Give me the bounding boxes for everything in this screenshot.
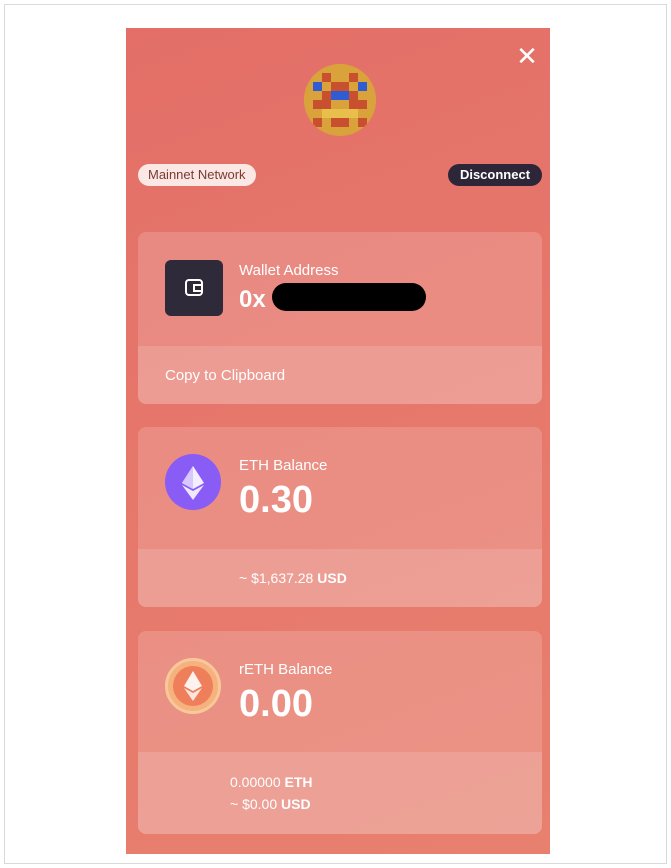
- reth-usd-amount: ~ $0.00: [230, 796, 278, 812]
- reth-eth-unit: ETH: [284, 774, 313, 790]
- close-icon[interactable]: ✕: [515, 43, 539, 69]
- disconnect-button[interactable]: Disconnect: [448, 164, 542, 186]
- wallet-address-value: 0x: [239, 286, 266, 313]
- identicon-avatar: [304, 64, 376, 136]
- reth-card-footer: 0.00000 ETH ~ $0.00 USD: [138, 752, 542, 834]
- eth-card-footer: ~ $1,637.28 USD: [138, 549, 542, 607]
- eth-usd-value: ~ $1,637.28 USD: [239, 570, 347, 586]
- reth-eth-amount: 0.00000: [230, 774, 281, 790]
- reth-eth-value: 0.00000 ETH: [230, 774, 313, 790]
- redacted-address: [272, 283, 426, 311]
- reth-usd-unit: USD: [281, 796, 311, 812]
- wallet-icon: [165, 260, 223, 316]
- eth-usd-unit: USD: [317, 570, 347, 586]
- eth-balance-amount: 0.30: [239, 479, 313, 521]
- reth-usd-value: ~ $0.00 USD: [230, 796, 311, 812]
- eth-balance-card: ETH Balance 0.30 ~ $1,637.28 USD: [138, 427, 542, 607]
- reth-balance-amount: 0.00: [239, 683, 313, 725]
- eth-usd-amount: ~ $1,637.28: [239, 570, 314, 586]
- network-badge: Mainnet Network: [138, 164, 256, 186]
- reth-balance-card: rETH Balance 0.00 0.00000 ETH ~ $0.00 US…: [138, 631, 542, 834]
- eth-balance-label: ETH Balance: [239, 457, 328, 474]
- wallet-address-card: Wallet Address 0x Copy to Clipboard: [138, 232, 542, 404]
- reth-icon: [165, 658, 221, 714]
- ethereum-icon: [165, 454, 221, 510]
- copy-to-clipboard-button[interactable]: Copy to Clipboard: [165, 367, 285, 384]
- wallet-address-label: Wallet Address: [239, 262, 339, 279]
- reth-balance-label: rETH Balance: [239, 661, 333, 678]
- wallet-card-footer: Copy to Clipboard: [138, 346, 542, 404]
